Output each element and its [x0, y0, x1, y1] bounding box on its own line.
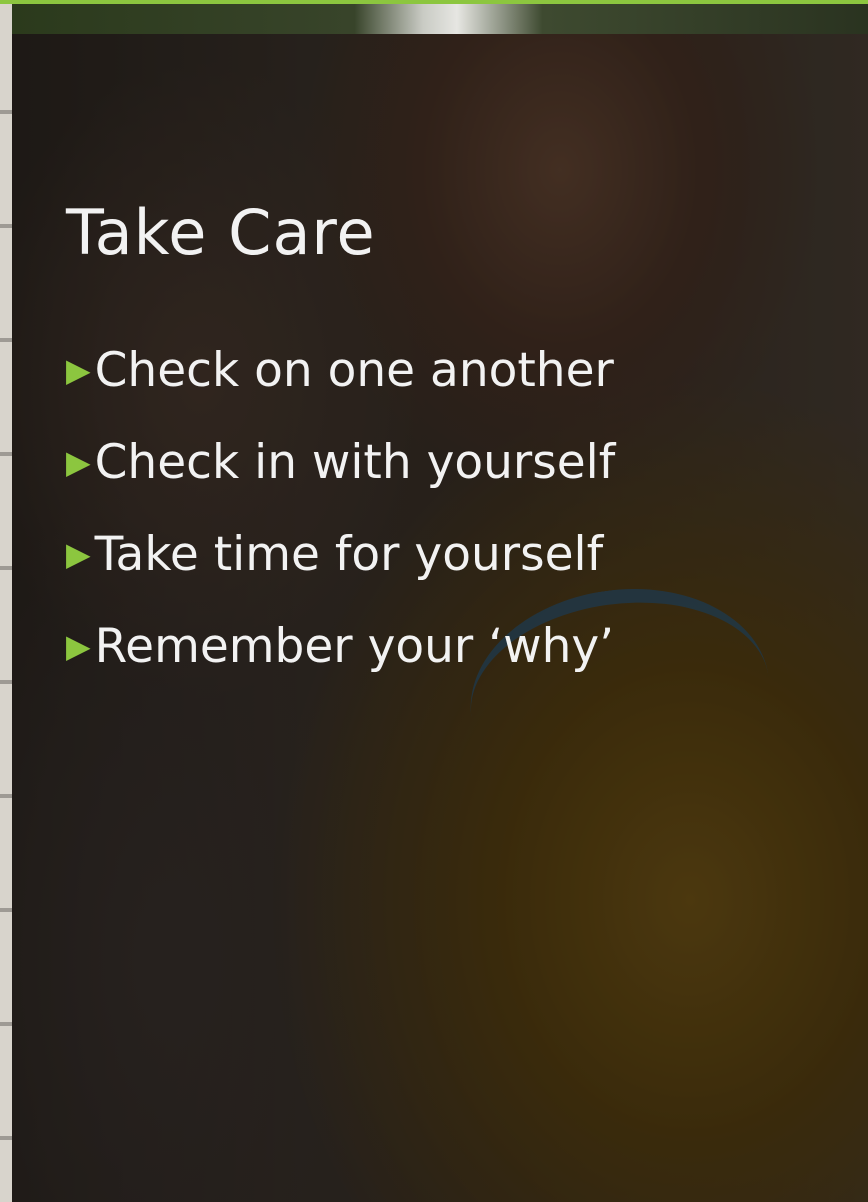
bullet-item: ▶ Take time for yourself — [66, 508, 615, 600]
top-band — [12, 4, 868, 34]
bullet-item: ▶ Check in with yourself — [66, 416, 615, 508]
bullet-text: Remember your ‘why’ — [94, 618, 615, 674]
bullet-text: Check in with yourself — [94, 434, 616, 490]
left-edge-strip — [0, 0, 12, 1202]
triangle-right-icon: ▶ — [66, 443, 91, 481]
bullet-list: ▶ Check on one another ▶ Check in with y… — [66, 324, 615, 692]
bullet-text: Check on one another — [94, 342, 614, 398]
slide: Take Care ▶ Check on one another ▶ Check… — [0, 0, 868, 1202]
triangle-right-icon: ▶ — [66, 627, 91, 665]
bullet-item: ▶ Check on one another — [66, 324, 615, 416]
top-accent-line — [0, 0, 868, 4]
bullet-text: Take time for yourself — [94, 526, 604, 582]
bullet-item: ▶ Remember your ‘why’ — [66, 600, 615, 692]
triangle-right-icon: ▶ — [66, 535, 91, 573]
slide-title: Take Care — [66, 196, 376, 269]
triangle-right-icon: ▶ — [66, 351, 91, 389]
